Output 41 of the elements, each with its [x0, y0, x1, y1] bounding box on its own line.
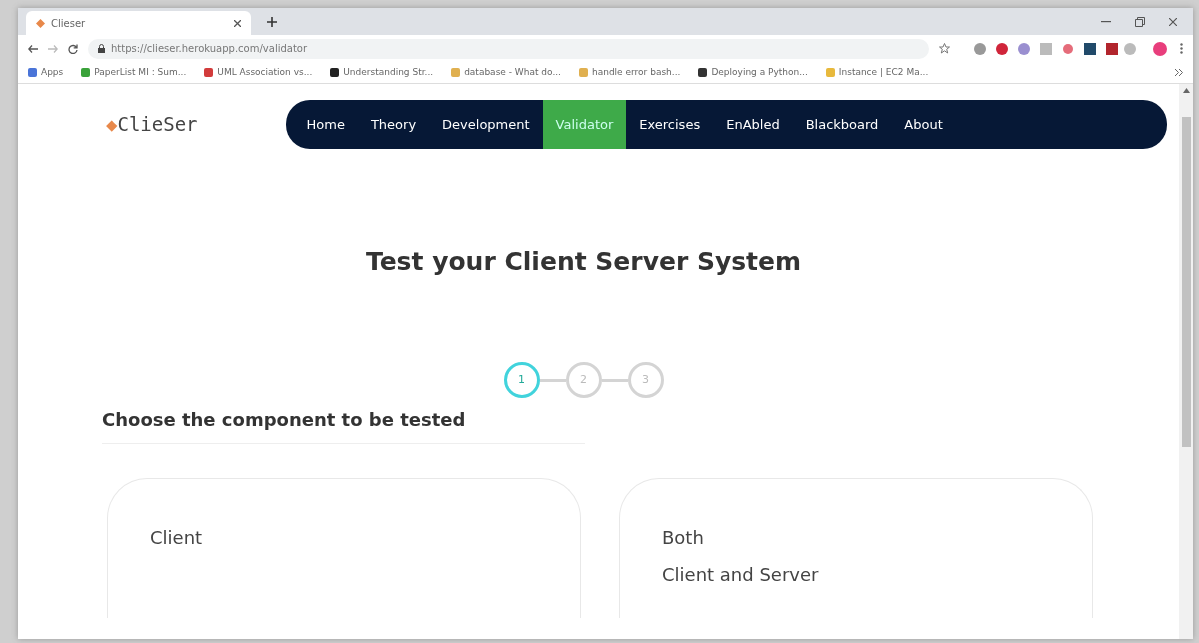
bookmark-link[interactable]: Instance | EC2 Ma... [838, 65, 929, 80]
bookmark-link[interactable]: database - What do... [464, 65, 561, 80]
address-bar[interactable]: https://clieser.herokuapp.com/validator [88, 38, 929, 59]
scrollbar-thumb[interactable] [1181, 117, 1191, 447]
menu-icon[interactable] [1180, 43, 1183, 54]
section-title: Choose the component to be tested [102, 408, 467, 432]
new-tab-icon[interactable] [267, 17, 277, 27]
scroll-up-icon[interactable] [1182, 88, 1190, 93]
bookmark-link[interactable]: Apps [41, 65, 64, 80]
option-label: Client and Server [662, 563, 820, 587]
nav-link[interactable]: Home [293, 100, 358, 149]
star-icon[interactable] [939, 43, 950, 54]
reload-icon[interactable] [68, 43, 78, 54]
option-card[interactable]: Both Client and Server [619, 478, 1093, 618]
restore-icon[interactable] [1135, 17, 1145, 27]
close-icon[interactable] [1169, 18, 1177, 26]
bookmark-link[interactable]: UML Association vs... [217, 65, 313, 80]
tab-title: Clieser [51, 16, 87, 31]
nav-link[interactable]: Theory [357, 100, 430, 149]
option-card[interactable]: Client [107, 478, 581, 618]
option-label: Both [662, 526, 705, 550]
back-icon[interactable] [28, 44, 38, 53]
lock-icon [98, 44, 105, 53]
nav-link[interactable]: About [891, 100, 956, 149]
more-bookmarks-icon[interactable] [1175, 69, 1183, 76]
close-icon[interactable] [234, 19, 241, 27]
nav-link[interactable]: Blackboard [792, 100, 892, 149]
bookmark-link[interactable]: PaperList MI : Sum... [94, 65, 187, 80]
url-text: https://clieser.herokuapp.com/validator [111, 42, 308, 56]
page-heading: Test your Client Server System [364, 247, 803, 277]
bookmark-link[interactable]: handle error bash... [592, 65, 681, 80]
minimize-icon[interactable] [1101, 21, 1111, 23]
nav-link[interactable]: EnAbled [713, 100, 793, 149]
nav-link[interactable]: Exercises [626, 100, 714, 149]
nav-link[interactable]: Development [429, 100, 543, 149]
browser-tab[interactable]: Clieser [26, 11, 251, 35]
favicon-icon [36, 18, 45, 28]
option-label: Client [150, 526, 204, 550]
bookmark-link[interactable]: Understanding Str... [343, 65, 434, 80]
bookmark-link[interactable]: Deploying a Python... [711, 65, 808, 80]
site-logo[interactable]: ◆ClieSer [106, 110, 198, 139]
